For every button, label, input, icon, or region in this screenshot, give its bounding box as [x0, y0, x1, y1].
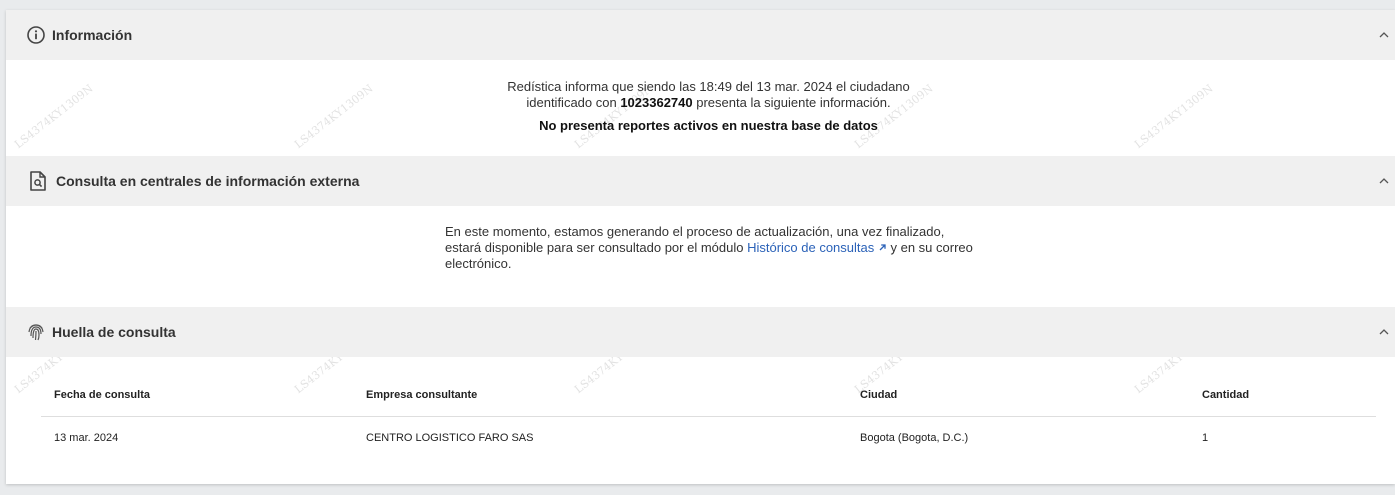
cell-fecha: 13 mar. 2024 [54, 432, 119, 444]
external-line-3: electrónico. [445, 256, 512, 271]
citizen-id-number: 1023362740 [620, 95, 693, 110]
chevron-up-icon[interactable] [1377, 174, 1391, 188]
info-section-header[interactable]: Información [6, 10, 1395, 60]
info-line-2-prefix: identificado con [526, 95, 621, 110]
column-header-cantidad: Cantidad [1202, 389, 1250, 401]
external-line-2: estará disponible para ser consultado po… [445, 240, 1005, 256]
info-line-1: Redística informa que siendo las 18:49 d… [507, 79, 910, 94]
info-section-title: Información [52, 27, 133, 43]
info-status: No presenta reportes activos en nuestra … [539, 118, 878, 133]
cell-empresa: CENTRO LOGISTICO FARO SAS [366, 432, 534, 444]
huella-section-title: Huella de consulta [52, 324, 176, 340]
table-header-divider [41, 416, 1376, 417]
external-section-title: Consulta en centrales de información ext… [56, 173, 360, 189]
huella-section-header[interactable]: Huella de consulta [6, 307, 1395, 357]
column-header-ciudad: Ciudad [860, 389, 898, 401]
column-header-fecha: Fecha de consulta [54, 389, 150, 401]
external-link-arrow-icon [878, 240, 887, 255]
external-line-2-suffix: y en su correo [886, 240, 973, 255]
info-line-2: identificado con 1023362740 presenta la … [6, 95, 1395, 111]
historico-consultas-link-label: Histórico de consultas [747, 240, 875, 255]
info-message: Redística informa que siendo las 18:49 d… [6, 79, 1395, 111]
info-line-2-suffix: presenta la siguiente información. [692, 95, 891, 110]
chevron-up-icon[interactable] [1377, 28, 1391, 42]
external-line-1: En este momento, estamos generando el pr… [445, 224, 945, 239]
external-message: En este momento, estamos generando el pr… [445, 224, 1005, 272]
fingerprint-icon [26, 322, 46, 342]
cell-cantidad: 1 [1202, 432, 1209, 444]
historico-consultas-link[interactable]: Histórico de consultas [747, 240, 887, 255]
report-card: LS4374KY1309N LS4374KY1309N LS4374KY1309… [6, 10, 1395, 484]
column-header-empresa: Empresa consultante [366, 389, 478, 401]
info-circle-icon [26, 25, 46, 45]
external-section-header[interactable]: Consulta en centrales de información ext… [6, 156, 1395, 206]
document-search-icon [28, 171, 48, 191]
cell-ciudad: Bogota (Bogota, D.C.) [860, 432, 969, 444]
chevron-up-icon[interactable] [1377, 325, 1391, 339]
external-line-2-prefix: estará disponible para ser consultado po… [445, 240, 748, 255]
